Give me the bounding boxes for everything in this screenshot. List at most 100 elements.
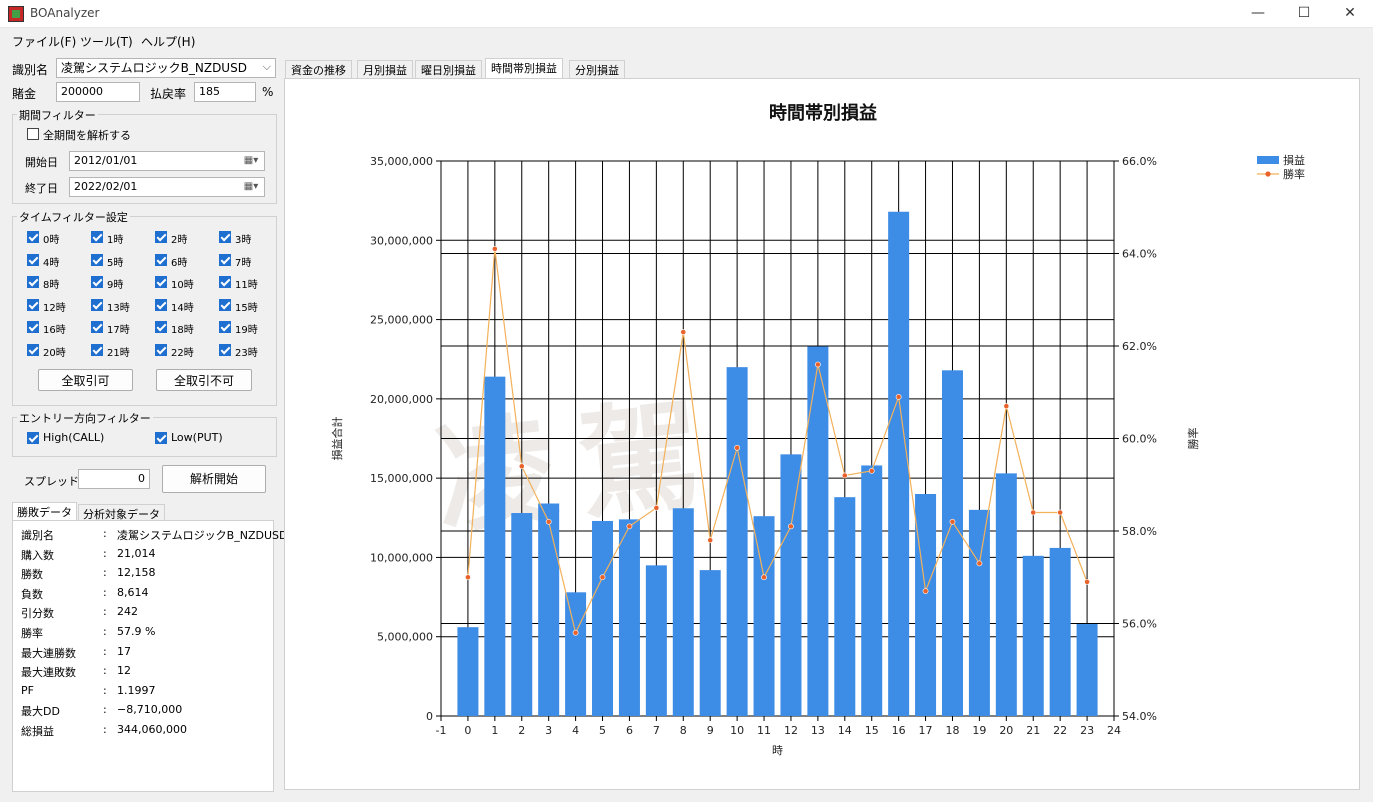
menu-help[interactable]: ヘルプ(H) (141, 33, 195, 50)
winrate-point (518, 463, 525, 470)
stat-value: 12,158 (117, 566, 156, 580)
bar-pnl-hour (941, 370, 963, 716)
x-tick-label: 18 (945, 724, 959, 737)
all-deny-button[interactable]: 全取引不可 (156, 369, 252, 391)
calendar-icon[interactable]: ▦▾ (241, 154, 261, 168)
winrate-point (653, 504, 660, 511)
winrate-point (868, 467, 875, 474)
hour-checkbox[interactable] (91, 343, 103, 356)
hour-checkbox-label: 0時 (43, 235, 60, 246)
hour-checkbox[interactable] (91, 276, 103, 288)
hour-checkbox[interactable] (219, 321, 231, 333)
x-tick-label: 21 (1026, 724, 1040, 737)
stat-colon: : (103, 683, 107, 697)
winrate-point (707, 537, 714, 544)
winrate-point (465, 574, 471, 581)
hour-checkbox[interactable] (155, 276, 167, 288)
y2-tick-label: 54.0% (1122, 710, 1157, 723)
hour-checkbox[interactable] (27, 343, 39, 356)
stat-key: 総損益 (21, 725, 54, 738)
hour-checkbox[interactable] (27, 298, 39, 311)
y-axis-label: 損益合計 (330, 417, 344, 461)
tab-minute[interactable]: 分別損益 (569, 60, 625, 78)
winrate-point (922, 588, 929, 595)
hour-checkbox-label: 3時 (235, 235, 252, 246)
menu-tools[interactable]: ツール(T) (80, 33, 133, 50)
start-date-picker[interactable]: 2012/01/01 ▦▾ (69, 151, 265, 171)
hour-checkbox-label: 13時 (107, 302, 130, 314)
x-tick-label: 10 (730, 724, 744, 737)
legend-label-winrate: 勝率 (1283, 167, 1305, 181)
calendar-icon[interactable]: ▦▾ (241, 180, 261, 194)
hour-checkbox[interactable] (91, 298, 103, 311)
hour-checkbox-label: 17時 (107, 325, 130, 336)
tab-fund-trend[interactable]: 資金の推移 (285, 60, 352, 78)
hour-checkbox[interactable] (155, 231, 167, 243)
hour-checkbox-label: 19時 (235, 325, 258, 336)
stat-colon: : (103, 605, 107, 619)
stat-key: PF (21, 683, 34, 697)
y-tick-label: 10,000,000 (370, 551, 433, 564)
stat-value: 1.1997 (117, 683, 156, 697)
x-tick-label: 22 (1053, 724, 1067, 737)
x-axis-label: 時 (772, 744, 783, 757)
start-date-label: 開始日 (25, 156, 58, 169)
minimize-button[interactable]: — (1235, 0, 1281, 28)
hour-checkbox[interactable] (219, 276, 231, 288)
all-allow-button[interactable]: 全取引可 (38, 369, 133, 391)
end-date-picker[interactable]: 2022/02/01 ▦▾ (69, 177, 265, 197)
hour-checkbox[interactable] (27, 253, 39, 266)
hour-checkbox[interactable] (219, 343, 231, 356)
all-period-checkbox[interactable] (27, 128, 39, 140)
stat-value: −8,710,000 (117, 703, 183, 717)
stat-row: 勝率:57.9 % (21, 625, 271, 643)
hour-checkbox[interactable] (219, 231, 231, 243)
hour-checkbox[interactable] (219, 253, 231, 266)
hour-checkbox[interactable] (91, 253, 103, 266)
y2-tick-label: 66.0% (1122, 155, 1157, 168)
tab-monthly[interactable]: 月別損益 (357, 60, 413, 78)
bar-pnl-hour (538, 503, 560, 716)
stat-colon: : (103, 546, 107, 560)
high-call-checkbox[interactable] (27, 432, 39, 444)
stake-input[interactable]: 200000 (56, 82, 140, 102)
y-tick-label: 25,000,000 (370, 314, 433, 327)
hour-checkbox[interactable] (91, 321, 103, 333)
stat-row: 総損益:344,060,000 (21, 723, 271, 741)
chart-title: 時間帯別損益 (769, 102, 877, 124)
tab-hourly[interactable]: 時間帯別損益 (485, 58, 563, 79)
left-panel: 識別名 凌駕システムロジックB_NZDUSD ⌵ 賭金 200000 払戻率 1… (0, 54, 287, 800)
maximize-button[interactable]: ☐ (1281, 0, 1327, 28)
hour-checkbox[interactable] (155, 253, 167, 266)
hour-checkbox[interactable] (27, 276, 39, 288)
hour-checkbox[interactable] (91, 231, 103, 243)
tab-weekday[interactable]: 曜日別損益 (415, 60, 482, 78)
close-button[interactable]: ✕ (1327, 0, 1373, 28)
hour-checkbox[interactable] (219, 298, 231, 311)
analyze-button[interactable]: 解析開始 (162, 465, 266, 493)
hour-checkbox-label: 15時 (235, 302, 258, 314)
hour-checkbox[interactable] (155, 343, 167, 356)
hour-checkbox[interactable] (155, 298, 167, 311)
tab-win-loss[interactable]: 勝敗データ (12, 502, 77, 522)
stat-colon: : (103, 625, 107, 638)
stat-key: 負数 (21, 587, 43, 601)
y-tick-label: 5,000,000 (377, 631, 433, 644)
payout-input[interactable]: 185 (194, 82, 256, 102)
menu-file[interactable]: ファイル(F) (12, 33, 76, 50)
stat-colon: : (103, 644, 107, 658)
chart-panel: 凌駕 時間帯別損益 -1 0 1 2 3 4 5 6 7 8 9 10 11 12 13 14 15 16 17 18… (284, 78, 1360, 790)
hour-checkbox[interactable] (27, 231, 39, 243)
hour-checkbox[interactable] (27, 321, 39, 333)
end-date-label: 終了日 (25, 182, 58, 195)
spread-input[interactable]: 0 (78, 469, 150, 489)
x-tick-label: 24 (1107, 724, 1121, 737)
winrate-point (761, 574, 767, 581)
bar-pnl-hour (511, 513, 533, 716)
hour-checkbox-label: 22時 (171, 347, 194, 359)
low-put-checkbox[interactable] (155, 432, 167, 444)
id-select[interactable]: 凌駕システムロジックB_NZDUSD ⌵ (56, 58, 276, 78)
stat-key: 勝数 (21, 568, 43, 582)
hour-checkbox[interactable] (155, 321, 167, 333)
winrate-point (1003, 403, 1010, 410)
